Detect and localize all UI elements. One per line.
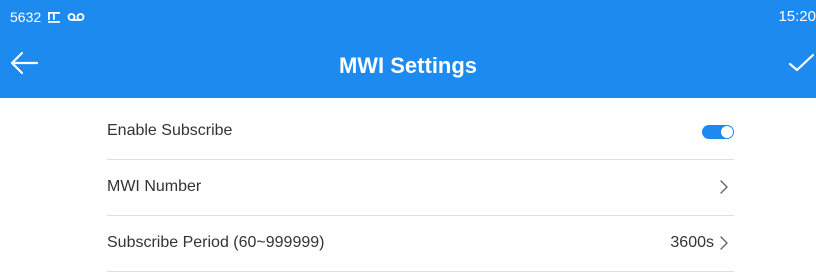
subscribe-period-label: Subscribe Period (60~999999) bbox=[107, 234, 325, 251]
enable-subscribe-label: Enable Subscribe bbox=[107, 122, 233, 139]
page-title: MWI Settings bbox=[338, 53, 478, 78]
voicemail-icon bbox=[67, 11, 85, 23]
chevron-right-icon bbox=[720, 180, 728, 194]
status-left: 5632 bbox=[10, 8, 85, 26]
top-bar: 5632 15:20 MWI Settings bbox=[0, 0, 816, 98]
subscribe-period-value: 3600s bbox=[670, 234, 714, 251]
network-icon bbox=[47, 10, 61, 24]
setting-row-enable-subscribe: Enable Subscribe bbox=[107, 104, 734, 160]
settings-list: Enable Subscribe MWI Number Subscribe Pe… bbox=[107, 104, 734, 272]
extension-number: 5632 bbox=[10, 9, 42, 25]
setting-row-subscribe-period[interactable]: Subscribe Period (60~999999) 3600s bbox=[107, 216, 734, 272]
chevron-right-icon bbox=[720, 236, 728, 250]
checkmark-icon bbox=[786, 53, 816, 82]
confirm-button[interactable] bbox=[786, 48, 816, 78]
toggle-knob bbox=[721, 126, 733, 138]
enable-subscribe-toggle[interactable] bbox=[702, 125, 734, 139]
status-time: 15:20 bbox=[778, 8, 816, 25]
mwi-number-label: MWI Number bbox=[107, 178, 202, 195]
status-bar: 5632 15:20 bbox=[0, 0, 816, 34]
setting-row-mwi-number[interactable]: MWI Number bbox=[107, 160, 734, 216]
nav-bar: MWI Settings bbox=[0, 34, 816, 98]
